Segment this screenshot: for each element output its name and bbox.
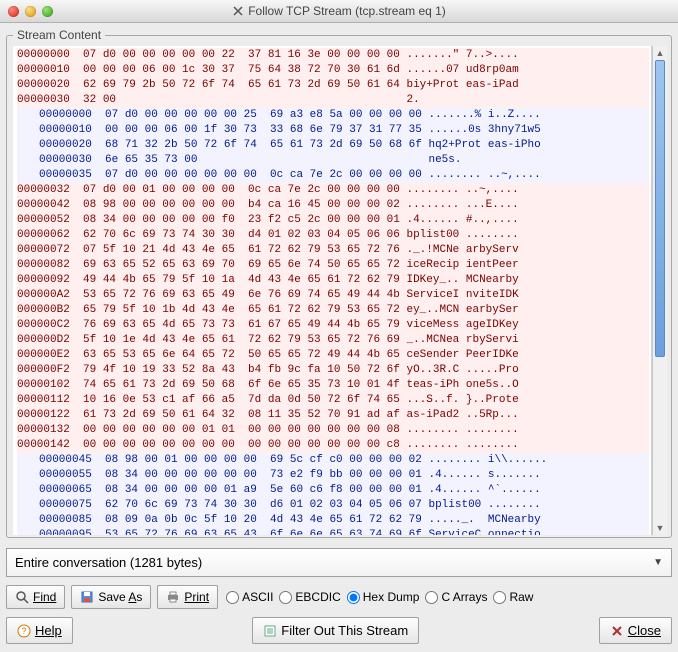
find-label: Find — [33, 590, 56, 604]
radio-ascii[interactable]: ASCII — [226, 590, 273, 604]
chevron-down-icon: ▼ — [653, 557, 663, 568]
hex-line[interactable]: 00000032 07 d0 00 01 00 00 00 00 0c ca 7… — [17, 183, 649, 198]
hex-line[interactable]: 00000102 74 65 61 73 2d 69 50 68 6f 6e 6… — [17, 378, 649, 393]
hex-line[interactable]: 00000010 00 00 00 06 00 1c 30 37 75 64 3… — [17, 63, 649, 78]
help-label: Help — [35, 623, 62, 638]
print-button[interactable]: Print — [157, 585, 218, 609]
hex-line[interactable]: 00000142 00 00 00 00 00 00 00 00 00 00 0… — [17, 438, 649, 453]
hex-line[interactable]: 00000082 69 63 65 52 65 63 69 70 69 65 6… — [17, 258, 649, 273]
zoom-window-icon[interactable] — [42, 6, 53, 17]
hex-line[interactable]: 00000075 62 70 6c 69 73 74 30 30 d6 01 0… — [17, 498, 649, 513]
display-format-radios: ASCII EBCDIC Hex Dump C Arrays Raw — [226, 590, 533, 604]
hex-line[interactable]: 000000B2 65 79 5f 10 1b 4d 43 4e 65 61 7… — [17, 303, 649, 318]
help-icon: ? — [17, 624, 31, 638]
scrollbar-track[interactable] — [653, 60, 667, 521]
save-icon — [80, 590, 94, 604]
hex-line[interactable]: 00000030 32 00 2. — [17, 93, 649, 108]
scrollbar-up-arrow[interactable]: ▲ — [653, 46, 667, 60]
hex-line[interactable]: 00000085 08 09 0a 0b 0c 5f 10 20 4d 43 4… — [17, 513, 649, 528]
window-controls — [0, 6, 53, 17]
stream-content-group: Stream Content 00000000 07 d0 00 00 00 0… — [6, 28, 672, 538]
hex-line[interactable]: 00000020 62 69 79 2b 50 72 6f 74 65 61 7… — [17, 78, 649, 93]
find-button[interactable]: Find — [6, 585, 65, 609]
filter-icon — [263, 624, 277, 638]
print-label: Print — [184, 590, 209, 604]
content: Stream Content 00000000 07 d0 00 00 00 0… — [0, 22, 678, 652]
hex-line[interactable]: 00000000 07 d0 00 00 00 00 00 22 37 81 1… — [17, 48, 649, 63]
bottom-button-row: ? Help Filter Out This Stream Close — [6, 617, 672, 644]
titlebar: Follow TCP Stream (tcp.stream eq 1) — [0, 0, 678, 23]
hex-dump-area[interactable]: 00000000 07 d0 00 00 00 00 00 22 37 81 1… — [13, 46, 652, 535]
window-title-text: Follow TCP Stream (tcp.stream eq 1) — [248, 4, 446, 18]
hex-line[interactable]: 00000045 08 98 00 01 00 00 00 00 69 5c c… — [17, 453, 649, 468]
hex-line[interactable]: 000000A2 53 65 72 76 69 63 65 49 6e 76 6… — [17, 288, 649, 303]
filter-out-label: Filter Out This Stream — [281, 623, 408, 638]
help-button[interactable]: ? Help — [6, 617, 73, 644]
hex-line[interactable]: 00000132 00 00 00 00 00 00 01 01 00 00 0… — [17, 423, 649, 438]
hex-line[interactable]: 000000C2 76 69 63 65 4d 65 73 73 61 67 6… — [17, 318, 649, 333]
hex-line[interactable]: 00000095 53 65 72 76 69 63 65 43 6f 6e 6… — [17, 528, 649, 535]
hex-line[interactable]: 00000072 07 5f 10 21 4d 43 4e 65 61 72 6… — [17, 243, 649, 258]
stream-content-legend: Stream Content — [13, 28, 105, 42]
hex-dump-container: 00000000 07 d0 00 00 00 00 00 22 37 81 1… — [13, 46, 667, 535]
radio-hexdump[interactable]: Hex Dump — [347, 590, 420, 604]
filter-out-button[interactable]: Filter Out This Stream — [252, 617, 419, 644]
hex-line[interactable]: 00000055 08 34 00 00 00 00 00 00 73 e2 f… — [17, 468, 649, 483]
hex-line[interactable]: 00000065 08 34 00 00 00 00 01 a9 5e 60 c… — [17, 483, 649, 498]
conversation-selector[interactable]: Entire conversation (1281 bytes) ▼ — [6, 548, 672, 577]
hex-line[interactable]: 00000000 07 d0 00 00 00 00 00 25 69 a3 e… — [17, 108, 649, 123]
toolbar-row: Find Save As Print ASCII EBCDIC Hex Dump… — [6, 585, 672, 609]
hex-line[interactable]: 00000122 61 73 2d 69 50 61 64 32 08 11 3… — [17, 408, 649, 423]
close-window-icon[interactable] — [8, 6, 19, 17]
hex-line[interactable]: 00000030 6e 65 35 73 00 ne5s. — [17, 153, 649, 168]
hex-line[interactable]: 00000062 62 70 6c 69 73 74 30 30 d4 01 0… — [17, 228, 649, 243]
hex-line[interactable]: 00000010 00 00 00 06 00 1f 30 73 33 68 6… — [17, 123, 649, 138]
svg-text:?: ? — [21, 626, 26, 636]
radio-raw[interactable]: Raw — [493, 590, 533, 604]
hex-line[interactable]: 00000020 68 71 32 2b 50 72 6f 74 65 61 7… — [17, 138, 649, 153]
hex-line[interactable]: 000000F2 79 4f 10 19 33 52 8a 43 b4 fb 9… — [17, 363, 649, 378]
close-button[interactable]: Close — [599, 617, 672, 644]
hex-line[interactable]: 00000052 08 34 00 00 00 00 00 f0 23 f2 c… — [17, 213, 649, 228]
hex-line[interactable]: 00000092 49 44 4b 65 79 5f 10 1a 4d 43 4… — [17, 273, 649, 288]
close-icon — [610, 624, 624, 638]
hex-line[interactable]: 00000112 10 16 0e 53 c1 af 66 a5 7d da 0… — [17, 393, 649, 408]
vertical-scrollbar[interactable]: ▲ ▼ — [652, 46, 667, 535]
radio-ebcdic[interactable]: EBCDIC — [279, 590, 340, 604]
radio-carrays[interactable]: C Arrays — [425, 590, 487, 604]
window-title: Follow TCP Stream (tcp.stream eq 1) — [0, 4, 678, 18]
scrollbar-thumb[interactable] — [655, 60, 665, 357]
minimize-window-icon[interactable] — [25, 6, 36, 17]
search-icon — [15, 590, 29, 604]
hex-line[interactable]: 000000D2 5f 10 1e 4d 43 4e 65 61 72 62 7… — [17, 333, 649, 348]
hex-line[interactable]: 00000042 08 98 00 00 00 00 00 00 b4 ca 1… — [17, 198, 649, 213]
conversation-selector-label: Entire conversation (1281 bytes) — [15, 555, 202, 570]
print-icon — [166, 590, 180, 604]
hex-line[interactable]: 000000E2 63 65 53 65 6e 64 65 72 50 65 6… — [17, 348, 649, 363]
save-as-label: A — [128, 590, 136, 604]
save-as-button[interactable]: Save As — [71, 585, 151, 609]
close-label: Close — [628, 623, 661, 638]
hex-line[interactable]: 00000035 07 d0 00 00 00 00 00 00 0c ca 7… — [17, 168, 649, 183]
scrollbar-down-arrow[interactable]: ▼ — [653, 521, 667, 535]
